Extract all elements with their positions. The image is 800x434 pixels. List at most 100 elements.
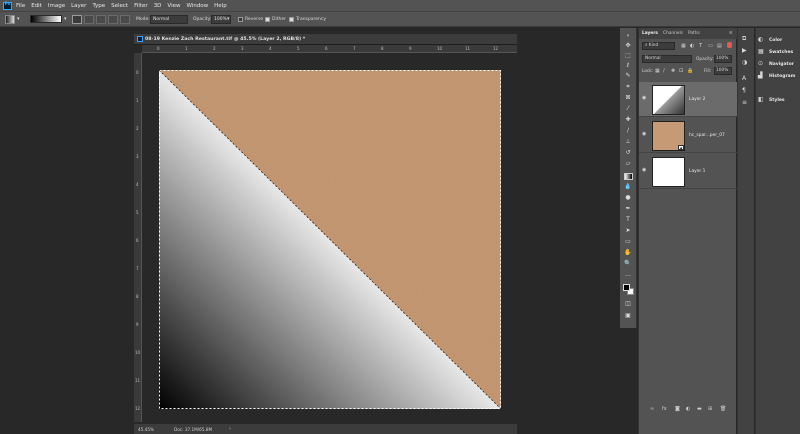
more-tools-icon[interactable]: … — [623, 271, 633, 279]
layer-opacity-input[interactable]: 100% — [714, 55, 732, 63]
chevron-down-icon[interactable]: ▾ — [17, 16, 20, 22]
filter-shape-icon[interactable]: ▭ — [708, 43, 713, 49]
chevron-down-icon[interactable]: ▾ — [227, 16, 230, 22]
marquee-tool-icon[interactable]: ⬚ — [623, 52, 633, 60]
chevron-right-icon[interactable]: › — [229, 426, 231, 432]
gradient-tool-icon[interactable] — [624, 173, 633, 180]
tab-layers[interactable]: Layers — [642, 31, 658, 36]
eye-icon[interactable]: ◉ — [642, 96, 648, 101]
frame-tool-icon[interactable]: ⊠ — [623, 94, 633, 102]
adjustments-panel-icon[interactable]: ◑ — [742, 60, 750, 66]
eyedropper-tool-icon[interactable]: ⁄ — [623, 105, 633, 113]
menu-select[interactable]: Select — [111, 3, 128, 9]
panel-histogram[interactable]: Histogram — [769, 74, 795, 79]
menu-window[interactable]: Window — [186, 3, 208, 9]
lock-artboard-icon[interactable]: ⊡ — [679, 68, 683, 74]
crop-tool-icon[interactable]: ⌗ — [623, 83, 633, 91]
linear-gradient-button[interactable] — [72, 15, 82, 24]
diamond-gradient-button[interactable] — [120, 15, 130, 24]
menu-type[interactable]: Type — [92, 3, 105, 9]
ruler-vertical[interactable]: 0 1 2 3 4 5 6 7 8 9 10 11 12 — [134, 53, 142, 422]
fx-icon[interactable]: fx — [662, 406, 667, 412]
lock-transparent-icon[interactable]: ▦ — [655, 68, 660, 74]
mode-select[interactable]: Normal — [150, 15, 188, 24]
menu-file[interactable]: File — [16, 3, 25, 9]
color-panel-icon[interactable]: ◐ — [758, 37, 766, 43]
blur-tool-icon[interactable]: 💧 — [623, 183, 633, 191]
eye-icon[interactable]: ◉ — [642, 168, 648, 173]
lock-position-icon[interactable]: ✥ — [671, 68, 675, 74]
panel-color[interactable]: Color — [769, 38, 782, 43]
pen-tool-icon[interactable]: ✒ — [623, 205, 633, 213]
layer-row[interactable]: ◉ ▪ hc_spar...per_07 — [639, 118, 737, 153]
radial-gradient-button[interactable] — [84, 15, 94, 24]
play-actions-icon[interactable]: ▶ — [742, 48, 750, 54]
menu-3d[interactable]: 3D — [154, 3, 162, 9]
trash-icon[interactable]: 🗑 — [720, 406, 726, 412]
paragraph-panel-icon[interactable]: ¶ — [742, 88, 750, 94]
histogram-panel-icon[interactable]: ▟ — [758, 73, 766, 79]
menu-view[interactable]: View — [167, 3, 180, 9]
type-tool-icon[interactable]: T — [623, 216, 633, 224]
reflected-gradient-button[interactable] — [108, 15, 118, 24]
menu-image[interactable]: Image — [48, 3, 65, 9]
panel-swatches[interactable]: Swatches — [769, 50, 793, 55]
angle-gradient-button[interactable] — [96, 15, 106, 24]
hand-tool-icon[interactable]: ✋ — [623, 249, 633, 257]
reverse-checkbox[interactable] — [238, 17, 243, 22]
chevron-down-icon[interactable]: ▾ — [64, 16, 67, 22]
menu-edit[interactable]: Edit — [31, 3, 42, 9]
filter-toggle[interactable] — [727, 42, 732, 48]
brush-tool-icon[interactable]: ∕ — [623, 127, 633, 135]
layer-name[interactable]: Layer 2 — [689, 97, 705, 102]
new-layer-icon[interactable]: ⊞ — [708, 406, 712, 412]
collapse-icon[interactable]: » — [623, 32, 633, 40]
panel-styles[interactable]: Styles — [769, 98, 785, 103]
tab-paths[interactable]: Paths — [688, 31, 700, 36]
navigator-panel-icon[interactable]: ⊙ — [758, 61, 766, 67]
quick-mask-icon[interactable]: ◫ — [623, 300, 633, 308]
tool-preset-icon[interactable] — [5, 15, 15, 24]
adjustment-layer-icon[interactable]: ◐ — [686, 406, 690, 412]
layer-name[interactable]: hc_spar...per_07 — [689, 133, 725, 138]
gradient-preview[interactable] — [30, 15, 62, 23]
eraser-tool-icon[interactable]: ▱ — [623, 160, 633, 168]
zoom-level[interactable]: 45.45% — [138, 427, 154, 432]
menu-layer[interactable]: Layer — [71, 3, 86, 9]
properties-panel-icon[interactable]: ≡ — [742, 100, 750, 106]
canvas-artwork[interactable] — [142, 53, 517, 422]
layer-row[interactable]: ◉ Layer 2 — [639, 82, 737, 117]
styles-panel-icon[interactable]: ◧ — [758, 97, 766, 103]
layer-fill-input[interactable]: 100% — [714, 67, 732, 75]
quick-select-tool-icon[interactable]: ✎ — [623, 72, 633, 80]
filter-type-icon[interactable]: T — [699, 43, 702, 49]
layer-name[interactable]: Layer 1 — [689, 169, 705, 174]
filter-kind-select[interactable]: ⌕ Kind — [642, 42, 675, 50]
add-mask-icon[interactable]: ◙ — [675, 406, 680, 412]
tab-channels[interactable]: Channels — [663, 31, 683, 36]
new-group-icon[interactable]: ▬ — [697, 406, 702, 412]
document-tab[interactable]: 08-19 Kenzie Zach Restaurant.tif @ 45.5%… — [134, 34, 517, 45]
panel-navigator[interactable]: Navigator — [769, 62, 794, 67]
panel-menu-icon[interactable]: ≡ — [729, 31, 733, 36]
zoom-tool-icon[interactable]: 🔍 — [623, 260, 633, 268]
blend-mode-select[interactable]: Normal — [642, 55, 692, 63]
foreground-color-swatch[interactable] — [623, 284, 630, 291]
dither-checkbox[interactable] — [265, 17, 270, 22]
path-select-tool-icon[interactable]: ➤ — [623, 227, 633, 235]
healing-tool-icon[interactable]: ✚ — [623, 116, 633, 124]
filter-smart-icon[interactable]: ▤ — [717, 43, 722, 49]
swatches-panel-icon[interactable]: ▦ — [758, 49, 766, 55]
character-panel-icon[interactable]: A — [742, 76, 750, 82]
stamp-tool-icon[interactable]: ⊥ — [623, 138, 633, 146]
link-layers-icon[interactable]: ∞ — [650, 406, 654, 412]
lock-all-icon[interactable]: 🔒 — [687, 68, 693, 74]
move-tool-icon[interactable]: ✥ — [623, 42, 633, 50]
menu-filter[interactable]: Filter — [134, 3, 148, 9]
layer-row[interactable]: ◉ Layer 1 — [639, 154, 737, 189]
filter-pixel-icon[interactable]: ▦ — [681, 43, 686, 49]
dodge-tool-icon[interactable]: ● — [623, 194, 633, 202]
lock-pixels-icon[interactable]: ∕ — [663, 68, 665, 74]
lasso-tool-icon[interactable]: ℓ — [623, 62, 633, 70]
transparency-checkbox[interactable] — [289, 17, 294, 22]
